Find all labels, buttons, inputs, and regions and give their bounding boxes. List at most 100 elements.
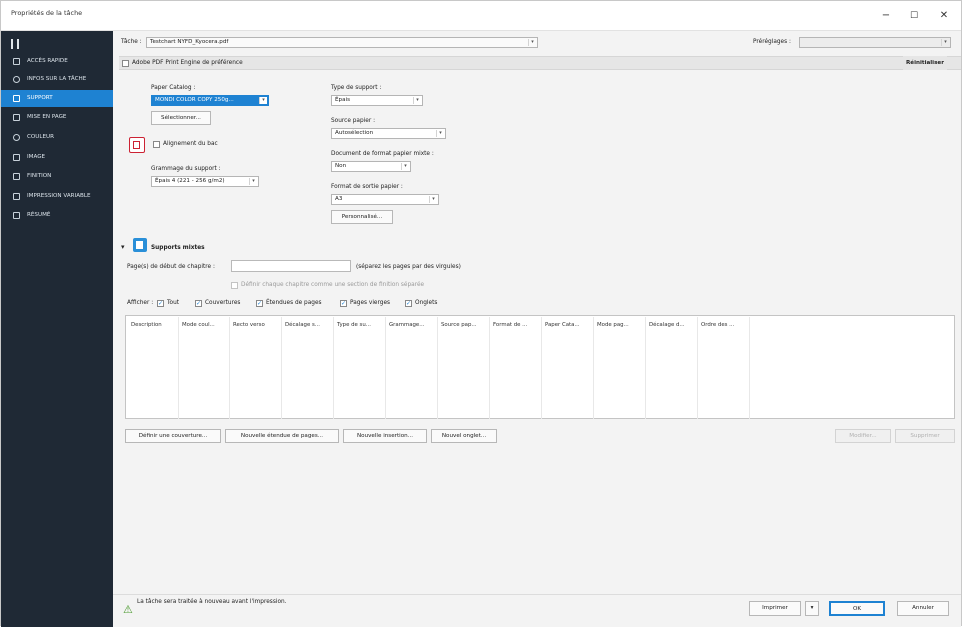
- paper-catalog-select[interactable]: MONDI COLOR COPY 250g... ▾: [151, 95, 269, 106]
- presets-select[interactable]: ▾: [799, 37, 951, 48]
- pause-icon[interactable]: [11, 39, 19, 49]
- chevron-down-icon: ▾: [249, 178, 257, 185]
- column-header[interactable]: Format de ...: [493, 322, 527, 328]
- sidebar-item-variable-print[interactable]: IMPRESSION VARIABLE: [1, 188, 113, 205]
- sidebar: ACCÈS RAPIDE INFOS SUR LA TÂCHE SUPPORT …: [1, 31, 113, 627]
- mixed-doc-label: Document de format papier mixte :: [331, 151, 434, 157]
- chapter-section-label: Définir chaque chapitre comme une sectio…: [241, 282, 425, 288]
- sidebar-item-image[interactable]: IMAGE: [1, 149, 113, 166]
- star-icon: [13, 58, 20, 65]
- new-page-range-button[interactable]: Nouvelle étendue de pages...: [225, 429, 339, 443]
- print-button[interactable]: Imprimer: [749, 601, 801, 616]
- summary-icon: [13, 212, 20, 219]
- chapter-start-input[interactable]: [231, 260, 351, 272]
- document-icon: [13, 95, 20, 102]
- paper-catalog-label: Paper Catalog :: [151, 85, 196, 91]
- filter-page-ranges-checkbox[interactable]: ✓: [256, 300, 263, 307]
- edit-button[interactable]: Modifier...: [835, 429, 891, 443]
- column-header[interactable]: Décalage s...: [285, 322, 320, 328]
- palette-icon: [13, 134, 20, 141]
- task-select[interactable]: Testchart NYFD_Kyocera.pdf ▾: [146, 37, 538, 48]
- select-paper-button[interactable]: Sélectionner...: [151, 111, 211, 125]
- sidebar-item-quick-access[interactable]: ACCÈS RAPIDE: [1, 53, 113, 70]
- presets-label: Préréglages :: [753, 39, 791, 45]
- column-header[interactable]: Mode coul...: [182, 322, 215, 328]
- sidebar-item-support[interactable]: SUPPORT: [1, 90, 113, 107]
- info-icon: [13, 76, 20, 83]
- sidebar-item-summary[interactable]: RÉSUMÉ: [1, 207, 113, 224]
- show-label: Afficher :: [127, 300, 154, 306]
- filter-all-label: Tout: [167, 300, 180, 306]
- filter-covers-checkbox[interactable]: ✓: [195, 300, 202, 307]
- sidebar-item-color[interactable]: COULEUR: [1, 129, 113, 146]
- column-header[interactable]: Source pap...: [441, 322, 477, 328]
- task-properties-window: Propriétés de la tâche − ☐ ✕ ACCÈS RAPID…: [0, 0, 962, 627]
- chapter-hint: (séparez les pages par des virgules): [356, 264, 461, 270]
- cancel-button[interactable]: Annuler: [897, 601, 949, 616]
- engine-bar: Adobe PDF Print Engine de préférence Réi…: [119, 56, 961, 70]
- status-bar: ⚠ La tâche sera traitée à nouveau avant …: [113, 594, 961, 627]
- media-type-select[interactable]: Épais ▾: [331, 95, 423, 106]
- tray-alignment-icon: [129, 137, 145, 153]
- column-header[interactable]: Type de su...: [337, 322, 371, 328]
- warning-icon: ⚠: [123, 603, 133, 616]
- maximize-button[interactable]: ☐: [907, 9, 921, 23]
- chevron-down-icon: ▾: [941, 39, 949, 46]
- main-panel: Tâche : Testchart NYFD_Kyocera.pdf ▾ Prér…: [113, 31, 961, 627]
- paper-source-select[interactable]: Autosélection ▾: [331, 128, 446, 139]
- filter-blank-pages-checkbox[interactable]: ✓: [340, 300, 347, 307]
- custom-size-button[interactable]: Personnalisé...: [331, 210, 393, 224]
- collapse-section-icon[interactable]: ▾: [121, 243, 125, 251]
- filter-blank-pages-label: Pages vierges: [350, 300, 391, 306]
- task-label: Tâche :: [121, 39, 142, 45]
- output-size-label: Format de sortie papier :: [331, 184, 403, 190]
- column-header[interactable]: Paper Cata...: [545, 322, 580, 328]
- mixed-doc-select[interactable]: Non ▾: [331, 161, 411, 172]
- pdf-engine-label: Adobe PDF Print Engine de préférence: [132, 60, 243, 66]
- image-icon: [13, 154, 20, 161]
- column-header[interactable]: Ordre des ...: [701, 322, 734, 328]
- mixed-media-title: Supports mixtes: [151, 245, 205, 251]
- print-options-dropdown[interactable]: ▾: [805, 601, 819, 616]
- close-button[interactable]: ✕: [937, 9, 951, 23]
- tray-alignment-checkbox[interactable]: [153, 141, 160, 148]
- chapter-section-checkbox[interactable]: [231, 282, 238, 289]
- chevron-down-icon: ▾: [259, 97, 267, 104]
- filter-tabs-checkbox[interactable]: ✓: [405, 300, 412, 307]
- sidebar-item-job-info[interactable]: INFOS SUR LA TÂCHE: [1, 71, 113, 88]
- output-size-select[interactable]: A3 ▾: [331, 194, 439, 205]
- chevron-down-icon: ▾: [436, 130, 444, 137]
- column-header[interactable]: Description: [131, 322, 162, 328]
- paper-source-label: Source papier :: [331, 118, 376, 124]
- variable-print-icon: [13, 193, 20, 200]
- reset-button[interactable]: Réinitialiser: [903, 56, 947, 70]
- chevron-down-icon: ▾: [401, 163, 409, 170]
- minimize-button[interactable]: −: [879, 9, 893, 23]
- pdf-engine-checkbox[interactable]: [122, 60, 129, 67]
- column-header[interactable]: Grammage...: [389, 322, 424, 328]
- delete-button[interactable]: Supprimer: [895, 429, 955, 443]
- paper-weight-select[interactable]: Épais 4 (221 - 256 g/m2) ▾: [151, 176, 259, 187]
- new-insertion-button[interactable]: Nouvelle insertion...: [343, 429, 427, 443]
- new-tab-button[interactable]: Nouvel onglet...: [431, 429, 497, 443]
- mixed-media-icon: [133, 238, 147, 252]
- column-header[interactable]: Mode pag...: [597, 322, 629, 328]
- status-message: La tâche sera traitée à nouveau avant l'…: [137, 599, 287, 605]
- window-title: Propriétés de la tâche: [11, 9, 83, 17]
- chapter-start-label: Page(s) de début de chapitre :: [127, 264, 215, 270]
- media-type-label: Type de support :: [331, 85, 382, 91]
- filter-covers-label: Couvertures: [205, 300, 241, 306]
- filter-all-checkbox[interactable]: ✓: [157, 300, 164, 307]
- tray-alignment-label: Alignement du bac: [163, 141, 218, 147]
- chevron-down-icon: ▾: [528, 39, 536, 46]
- sidebar-item-finishing[interactable]: FINITION: [1, 168, 113, 185]
- sidebar-item-layout[interactable]: MISE EN PAGE: [1, 109, 113, 126]
- column-header[interactable]: Recto verso: [233, 322, 265, 328]
- mixed-media-table[interactable]: Description Mode coul... Recto verso Déc…: [125, 315, 955, 419]
- define-cover-button[interactable]: Définir une couverture...: [125, 429, 221, 443]
- filter-tabs-label: Onglets: [415, 300, 438, 306]
- column-header[interactable]: Décalage d...: [649, 322, 685, 328]
- ok-button[interactable]: OK: [829, 601, 885, 616]
- layout-icon: [13, 114, 20, 121]
- filter-page-ranges-label: Étendues de pages: [266, 300, 322, 306]
